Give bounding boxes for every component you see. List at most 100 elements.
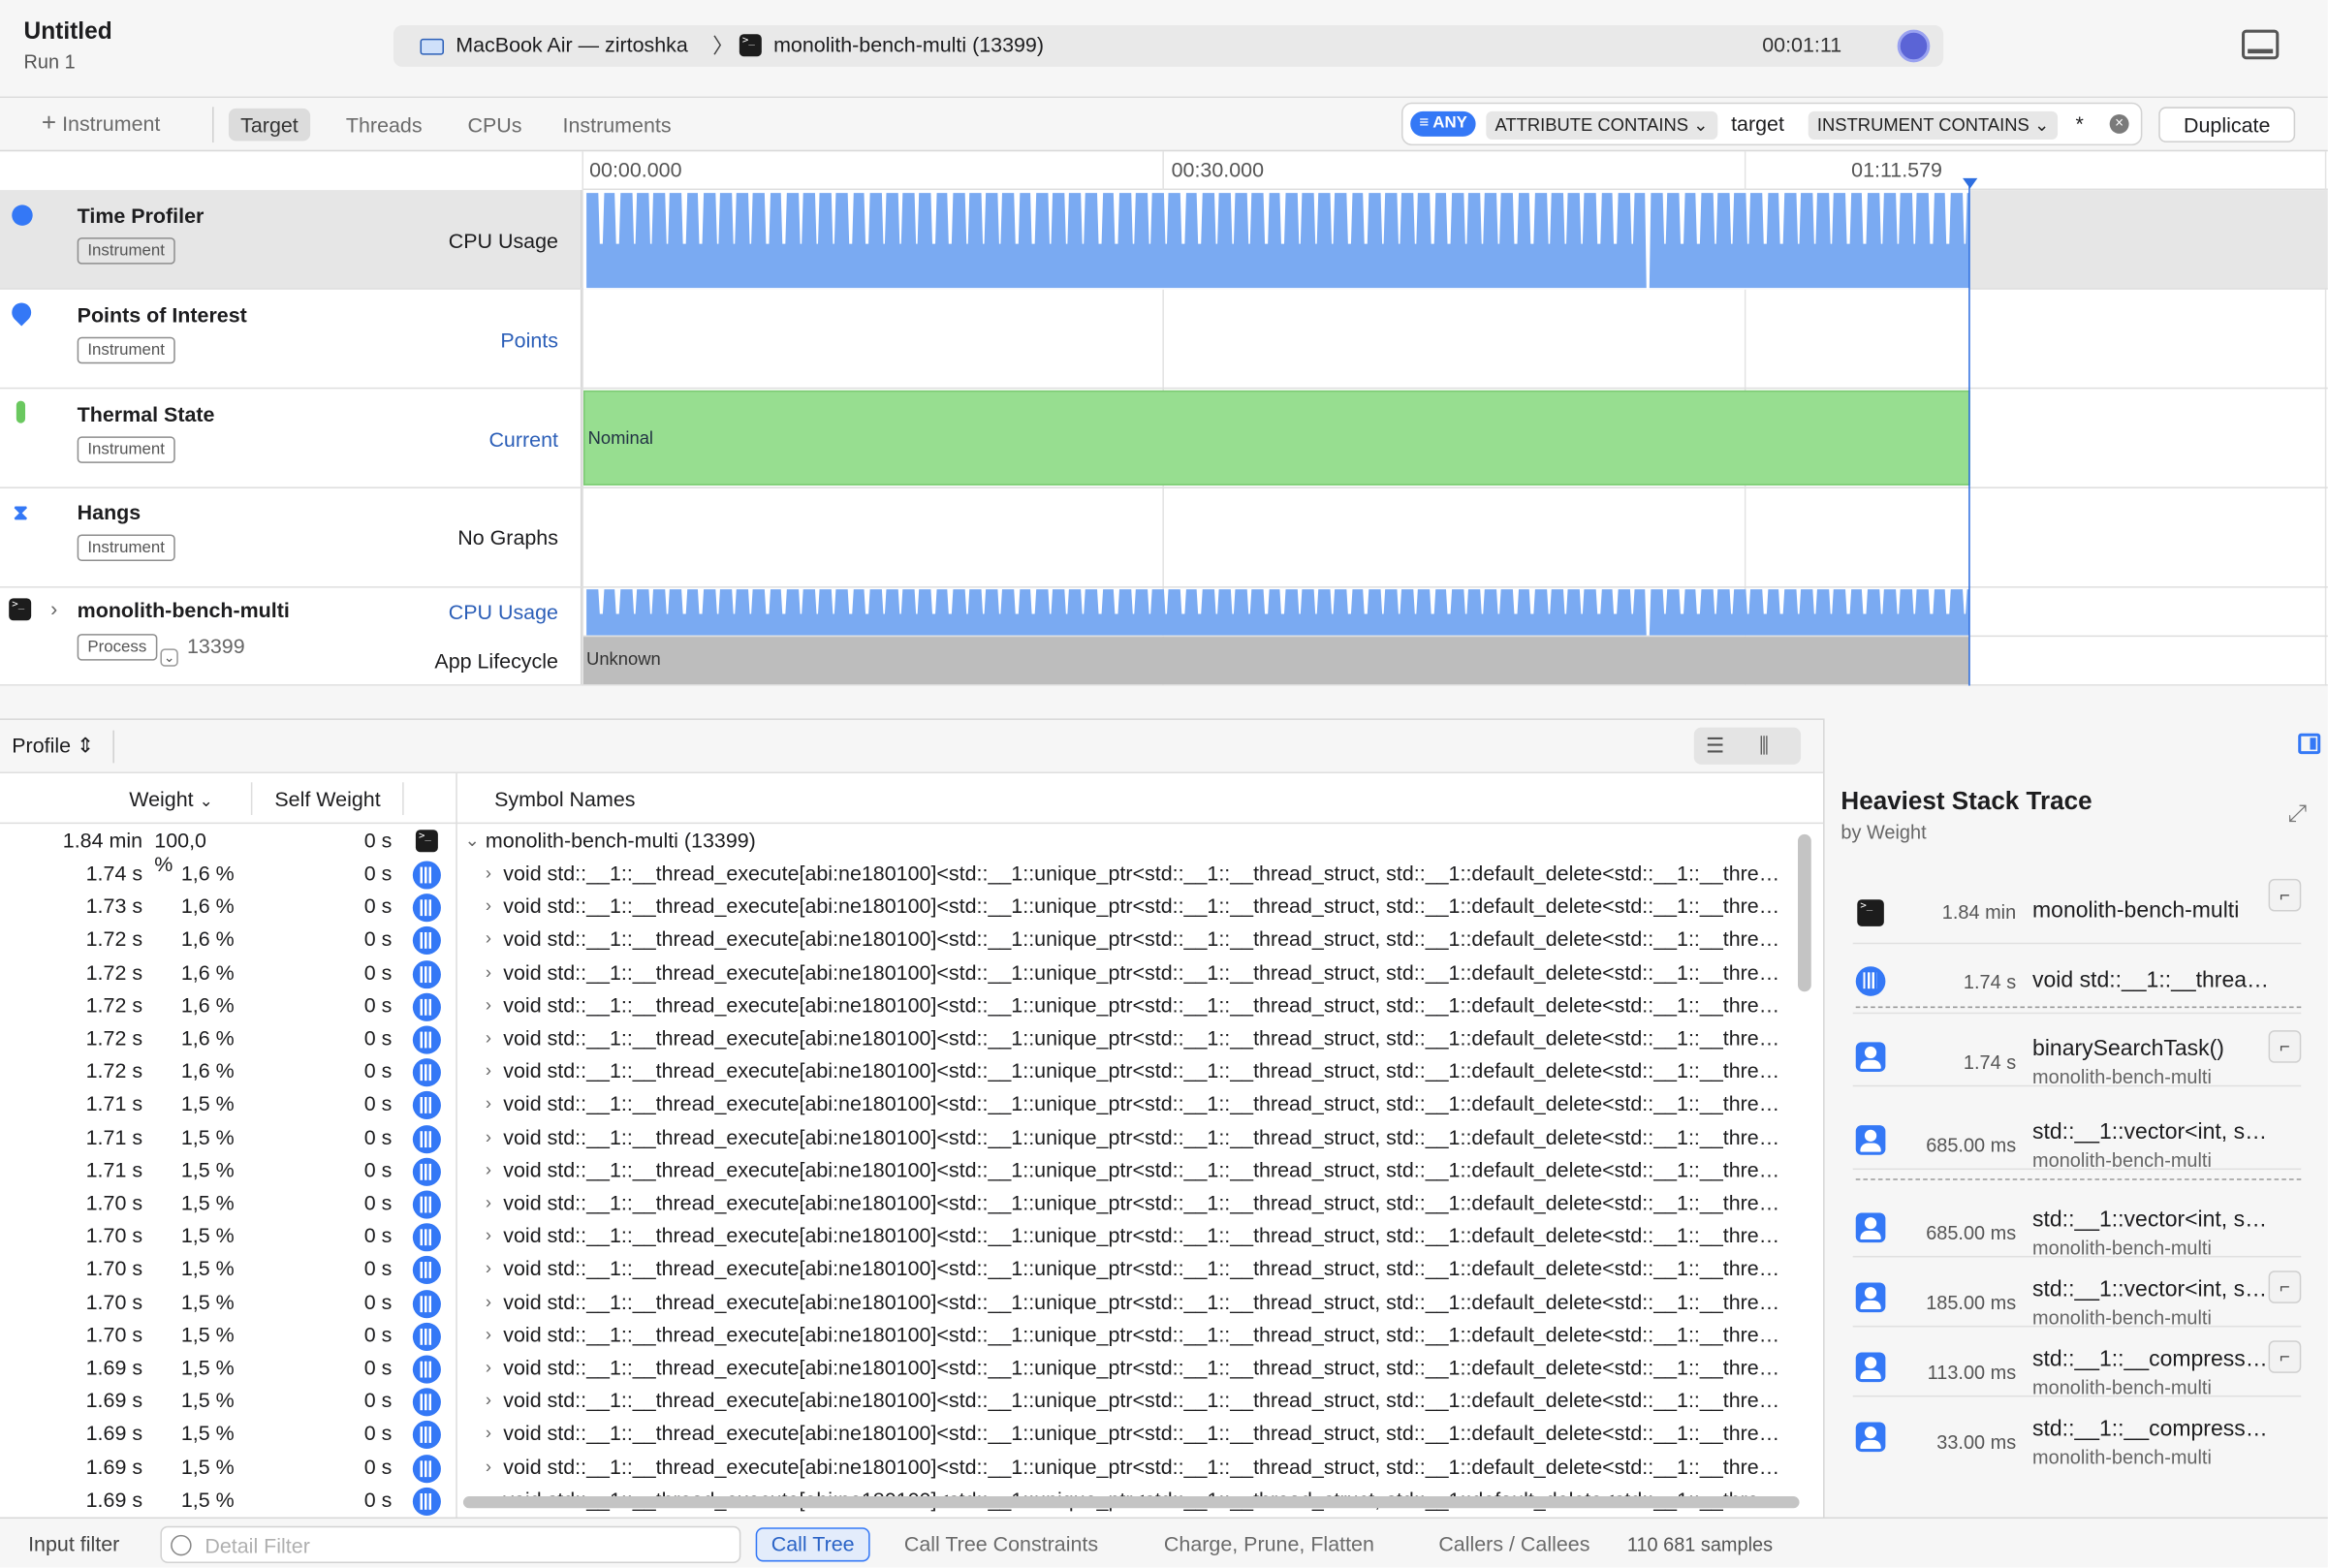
reveal-frame-icon[interactable]: ⌐ [2268, 878, 2302, 912]
chevron-right-icon[interactable]: › [486, 1390, 491, 1410]
tab-instruments[interactable]: Instruments [551, 109, 683, 141]
chevron-right-icon[interactable]: › [486, 994, 491, 1015]
tab-target[interactable]: Target [228, 108, 311, 141]
thread-icon [412, 1091, 441, 1120]
stack-frame-row[interactable]: 185.00 ms std::__1::vector<int, std::__1:… [1853, 1259, 2302, 1329]
playhead-marker-icon[interactable] [1963, 177, 1978, 189]
chevron-right-icon[interactable]: › [486, 1324, 491, 1344]
reveal-frame-icon[interactable]: ⌐ [2268, 1340, 2302, 1373]
table-row[interactable]: 1.69 s 1,5 % 0 s › void std::__1::__thread_e… [0, 1385, 1823, 1418]
thread-icon [412, 1388, 441, 1417]
chevron-right-icon[interactable]: › [486, 961, 491, 982]
symbol-names-column-header[interactable]: Symbol Names [494, 787, 635, 811]
vertical-scrollbar[interactable] [1798, 833, 1811, 992]
chevron-right-icon[interactable]: › [486, 895, 491, 916]
chevron-right-icon[interactable]: › [486, 928, 491, 949]
table-row[interactable]: 1.71 s 1,5 % 0 s › void std::__1::__thread_e… [0, 1088, 1823, 1121]
filter-value-target[interactable]: target [1731, 111, 1784, 136]
table-row[interactable]: 1.73 s 1,6 % 0 s › void std::__1::__thread_e… [0, 891, 1823, 924]
chevron-right-icon[interactable]: › [486, 1093, 491, 1113]
horizontal-scrollbar[interactable] [462, 1496, 1800, 1509]
chevron-right-icon[interactable]: › [486, 1357, 491, 1377]
track-thermal-state[interactable]: Thermal State Instrument Current Nominal [0, 389, 2328, 488]
table-row[interactable]: 1.69 s 1,5 % 0 s › void std::__1::__thread_e… [0, 1451, 1823, 1484]
call-tree-constraints-button[interactable]: Call Tree Constraints [904, 1532, 1098, 1556]
expand-icon[interactable]: ⤢ [2288, 801, 2308, 829]
charge-prune-flatten-button[interactable]: Charge, Prune, Flatten [1164, 1532, 1374, 1556]
chevron-right-icon[interactable]: › [486, 1126, 491, 1146]
splitter[interactable] [0, 685, 2328, 719]
table-row[interactable]: 1.71 s 1,5 % 0 s › void std::__1::__thread_e… [0, 1154, 1823, 1187]
chevron-down-icon[interactable]: ⌄ [464, 830, 479, 850]
stack-frame-row[interactable]: 1.74 s void std::__1::__thread_execute [1853, 946, 2302, 1014]
chevron-right-icon[interactable]: › [50, 597, 57, 621]
table-row[interactable]: 1.72 s 1,6 % 0 s › void std::__1::__thread_e… [0, 1055, 1823, 1088]
attribute-contains-dropdown[interactable]: ATTRIBUTE CONTAINS ⌄ [1486, 110, 1717, 140]
table-row[interactable]: 1.72 s 1,6 % 0 s › void std::__1::__thread_e… [0, 989, 1823, 1022]
weight-column-header[interactable]: Weight ⌄ [129, 787, 212, 811]
chevron-right-icon[interactable]: › [486, 1225, 491, 1245]
callers-callees-button[interactable]: Callers / Callees [1438, 1532, 1589, 1556]
chevron-right-icon[interactable]: › [486, 1159, 491, 1179]
list-icon[interactable]: ☰ [1706, 734, 1724, 759]
stack-frame-row[interactable]: 1.84 min monolith-bench-multi ⌐ [1853, 876, 2302, 944]
table-row[interactable]: 1.69 s 1,5 % 0 s › void std::__1::__thread_e… [0, 1418, 1823, 1451]
chevron-right-icon[interactable]: › [486, 1423, 491, 1443]
detail-filter-field[interactable]: Detail Filter [160, 1525, 741, 1563]
table-row[interactable]: 1.71 s 1,5 % 0 s › void std::__1::__thread_e… [0, 1121, 1823, 1154]
tab-cpus[interactable]: CPUs [456, 109, 534, 141]
track-time-profiler[interactable]: Time Profiler Instrument CPU Usage [0, 190, 2328, 290]
track-graph-label[interactable]: Points [262, 329, 558, 353]
chevron-right-icon[interactable]: › [486, 1258, 491, 1278]
clear-filter-icon[interactable]: × [2109, 113, 2129, 134]
chevron-right-icon[interactable]: › [486, 1192, 491, 1212]
table-row[interactable]: 1.84 min 100,0 % 0 s ⌄ monolith-bench-mu… [0, 826, 1823, 876]
stack-frame-row[interactable]: 685.00 ms std::__1::vector<int, std::__1:… [1853, 1102, 2302, 1172]
table-row[interactable]: 1.72 s 1,6 % 0 s › void std::__1::__thread_e… [0, 924, 1823, 956]
track-graph-label[interactable]: CPU Usage [262, 600, 558, 624]
track-graph-label[interactable]: Current [262, 427, 558, 452]
flame-graph-icon[interactable]: ⫼ [1759, 734, 1769, 759]
track-hangs[interactable]: ⧗ Hangs Instrument No Graphs [0, 487, 2328, 588]
filter-any-pill[interactable]: ≡ ANY [1410, 110, 1477, 137]
self-weight-column-header[interactable]: Self Weight [274, 787, 380, 811]
time-ruler[interactable]: 00:00.000 00:30.000 01:11.579 [582, 151, 2328, 191]
profile-mode-dropdown[interactable]: Profile ⇕ [12, 734, 94, 759]
chevron-right-icon[interactable]: › [486, 1456, 491, 1476]
track-points-of-interest[interactable]: Points of Interest Instrument Points [0, 289, 2328, 390]
instrument-contains-dropdown[interactable]: INSTRUMENT CONTAINS ⌄ [1808, 110, 2059, 140]
table-row[interactable]: 1.70 s 1,5 % 0 s › void std::__1::__thread_e… [0, 1187, 1823, 1220]
stack-frame-row[interactable]: 33.00 ms std::__1::__compressed_pairmonol… [1853, 1398, 2302, 1468]
info-icon[interactable] [1897, 29, 1931, 63]
run-selector[interactable]: MacBook Air — zirtoshka 〉 monolith-bench… [393, 25, 1944, 67]
symbol-cell: void std::__1::__thread_execute[abi:ne18… [503, 959, 1782, 984]
chevron-right-icon[interactable]: › [486, 1027, 491, 1048]
playhead[interactable] [1968, 180, 1970, 686]
track-process[interactable]: › monolith-bench-multi Process ⌄ 13399 C… [0, 587, 2328, 686]
reveal-frame-icon[interactable]: ⌐ [2268, 1270, 2302, 1303]
tab-threads[interactable]: Threads [334, 109, 434, 141]
add-instrument-button[interactable]: + Instrument [30, 107, 173, 140]
reveal-frame-icon[interactable]: ⌐ [2268, 1030, 2302, 1063]
sidebar-toggle-icon[interactable] [2298, 733, 2321, 755]
table-row[interactable]: 1.70 s 1,5 % 0 s › void std::__1::__thread_e… [0, 1220, 1823, 1253]
stack-frame-row[interactable]: 113.00 msstd::__1::__compressed_pairmono… [1853, 1329, 2302, 1398]
panel-toggle-icon[interactable] [2242, 29, 2280, 60]
chevron-right-icon[interactable]: › [486, 862, 491, 883]
chevron-down-icon[interactable]: ⌄ [160, 648, 178, 667]
call-tree-button[interactable]: Call Tree [755, 1527, 870, 1562]
filter-value-wildcard[interactable]: * [2075, 111, 2083, 136]
table-row[interactable]: 1.70 s 1,5 % 0 s › void std::__1::__thread_e… [0, 1319, 1823, 1352]
table-row[interactable]: 1.72 s 1,6 % 0 s › void std::__1::__thread_e… [0, 956, 1823, 989]
chevron-right-icon[interactable]: › [486, 1060, 491, 1081]
table-row[interactable]: 1.72 s 1,6 % 0 s › void std::__1::__thread_e… [0, 1022, 1823, 1055]
table-row[interactable]: 1.74 s 1,6 % 0 s › void std::__1::__thread_e… [0, 858, 1823, 891]
duplicate-button[interactable]: Duplicate [2158, 107, 2296, 143]
chevron-right-icon[interactable]: › [486, 1291, 491, 1311]
table-row[interactable]: 1.70 s 1,5 % 0 s › void std::__1::__thread_e… [0, 1286, 1823, 1319]
stack-frame-row[interactable]: 685.00 ms std::__1::vector<int, std::__1:… [1853, 1189, 2302, 1259]
table-row[interactable]: 1.69 s 1,5 % 0 s › void std::__1::__thread_e… [0, 1352, 1823, 1385]
table-row[interactable]: 1.70 s 1,5 % 0 s › void std::__1::__thread_e… [0, 1253, 1823, 1286]
stack-frame-row[interactable]: 1.74 s binarySearchTask() monolith-bench-m… [1853, 1019, 2302, 1088]
track-filter-bar[interactable]: ≡ ANY ATTRIBUTE CONTAINS ⌄ target INSTRU… [1401, 102, 2143, 146]
